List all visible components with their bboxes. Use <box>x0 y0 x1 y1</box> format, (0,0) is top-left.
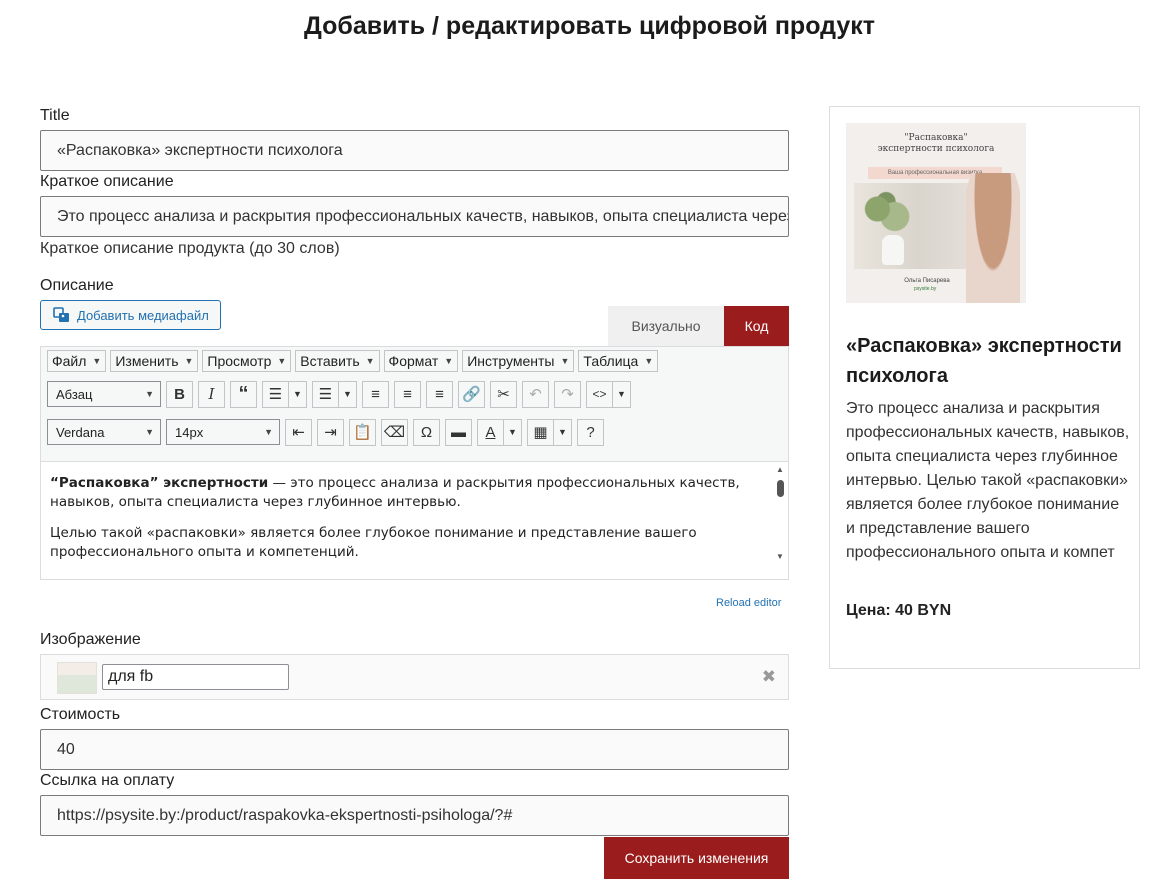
italic-button[interactable]: I <box>198 380 225 408</box>
image-field: для fb ✖ <box>40 654 789 700</box>
outdent-icon[interactable]: ⇤ <box>285 418 312 446</box>
menu-view[interactable]: Просмотр ▼ <box>202 350 292 372</box>
chevron-down-icon: ▼ <box>560 356 570 366</box>
bold-button[interactable]: B <box>166 380 193 408</box>
chevron-down-icon: ▼ <box>277 356 287 366</box>
table-icon[interactable]: ▦ <box>527 418 554 446</box>
scroll-up-icon[interactable]: ▲ <box>776 465 784 474</box>
format-select[interactable]: Абзац ▼ <box>47 381 161 407</box>
description-label: Описание <box>40 277 114 294</box>
font-family-select[interactable]: Verdana ▼ <box>47 419 161 445</box>
text-color-group: A ▼ <box>477 418 522 446</box>
link-icon[interactable]: 🔗 <box>458 380 485 408</box>
add-media-label: Добавить медиафайл <box>77 307 209 323</box>
image-name-input[interactable]: для fb <box>102 664 289 690</box>
menu-file[interactable]: Файл ▼ <box>47 350 107 372</box>
chevron-down-icon[interactable]: ▼ <box>554 418 572 446</box>
close-icon[interactable]: ✖ <box>762 667 776 687</box>
short-description-hint: Краткое описание продукта (до 30 слов) <box>40 240 340 257</box>
cost-input[interactable]: 40 <box>40 729 789 770</box>
preview-title: «Распаковка» экспертности психолога <box>846 335 1122 387</box>
content-paragraph-1: “Распаковка” экспертности — это процесс … <box>50 474 750 512</box>
product-image: "Распаковка" экспертности психолога Ваша … <box>846 123 1026 303</box>
chevron-down-icon: ▼ <box>145 389 154 399</box>
title-label: Title <box>40 107 70 124</box>
chevron-down-icon[interactable]: ▼ <box>289 380 307 408</box>
indent-icon[interactable]: ⇥ <box>317 418 344 446</box>
save-button[interactable]: Сохранить изменения <box>604 837 789 879</box>
align-center-icon[interactable]: ≡ <box>394 380 421 408</box>
clear-formatting-icon[interactable]: ⌫ <box>381 418 408 446</box>
code-group: <> ▼ <box>586 380 631 408</box>
preview-price: Цена: 40 BYN <box>846 602 952 619</box>
scroll-thumb[interactable] <box>777 480 784 497</box>
cost-label: Стоимость <box>40 706 121 723</box>
image-label: Изображение <box>40 631 141 648</box>
numbered-list-icon[interactable]: ☰ <box>312 380 339 408</box>
product-preview-card: "Распаковка" экспертности психолога Ваша … <box>829 106 1140 669</box>
reload-editor-link[interactable]: Reload editor <box>716 597 781 609</box>
chevron-down-icon: ▼ <box>92 356 102 366</box>
content-paragraph-2: Целью такой «распаковки» является более … <box>50 525 697 560</box>
product-image-heading: "Распаковка" экспертности психолога <box>877 133 995 154</box>
chevron-down-icon: ▼ <box>365 356 375 366</box>
chevron-down-icon[interactable]: ▼ <box>504 418 522 446</box>
chevron-down-icon[interactable]: ▼ <box>613 380 631 408</box>
short-description-input[interactable]: Это процесс анализа и раскрытия професси… <box>40 196 789 237</box>
editor-scrollbar[interactable]: ▲ ▼ <box>776 465 785 561</box>
special-char-icon[interactable]: Ω <box>413 418 440 446</box>
menu-table[interactable]: Таблица ▼ <box>578 350 659 372</box>
menu-format[interactable]: Формат ▼ <box>383 350 459 372</box>
editor-content[interactable]: “Распаковка” экспертности — это процесс … <box>41 461 788 566</box>
blockquote-button[interactable]: “ <box>230 380 257 408</box>
content-bold: “Распаковка” экспертности <box>50 475 269 491</box>
numbered-list-group: ☰ ▼ <box>312 380 357 408</box>
help-icon[interactable]: ? <box>577 418 604 446</box>
menu-insert[interactable]: Вставить ▼ <box>295 350 380 372</box>
scroll-down-icon[interactable]: ▼ <box>776 552 784 561</box>
chevron-down-icon: ▼ <box>145 427 154 437</box>
editor-toolbar-1: Абзац ▼ B I “ ☰ ▼ ☰ ▼ ≡ ≡ ≡ 🔗 ✂ ↶ ↷ <> ▼ <box>41 375 788 413</box>
bullet-list-icon[interactable]: ☰ <box>262 380 289 408</box>
rich-text-editor: Файл ▼ Изменить ▼ Просмотр ▼ Вставить ▼ Форм… <box>40 346 789 580</box>
paste-text-icon[interactable]: 📋 <box>349 418 376 446</box>
chevron-down-icon: ▼ <box>264 427 273 437</box>
undo-icon[interactable]: ↶ <box>522 380 549 408</box>
horizontal-line-icon[interactable]: ▬ <box>445 418 472 446</box>
table-group: ▦ ▼ <box>527 418 572 446</box>
menu-tools[interactable]: Инструменты ▼ <box>462 350 575 372</box>
text-color-icon[interactable]: A <box>477 418 504 446</box>
page-title: Добавить / редактировать цифровой продук… <box>304 12 875 40</box>
short-description-label: Краткое описание <box>40 173 174 190</box>
editor-menubar: Файл ▼ Изменить ▼ Просмотр ▼ Вставить ▼ Форм… <box>41 347 788 375</box>
code-icon[interactable]: <> <box>586 380 613 408</box>
tab-visual[interactable]: Визуально <box>608 306 724 346</box>
product-image-logo: psysite.by <box>914 286 937 292</box>
payment-link-label: Ссылка на оплату <box>40 772 175 789</box>
font-size-select[interactable]: 14px ▼ <box>166 419 280 445</box>
align-right-icon[interactable]: ≡ <box>426 380 453 408</box>
tab-code[interactable]: Код <box>724 306 789 346</box>
add-media-button[interactable]: Добавить медиафайл <box>40 300 221 330</box>
bullet-list-group: ☰ ▼ <box>262 380 307 408</box>
preview-description: Это процесс анализа и раскрытия професси… <box>846 400 1130 561</box>
vase-illustration <box>882 235 904 265</box>
person-illustration <box>966 173 1020 303</box>
chevron-down-icon[interactable]: ▼ <box>339 380 357 408</box>
redo-icon[interactable]: ↷ <box>554 380 581 408</box>
media-icon <box>53 307 69 322</box>
image-thumbnail <box>57 662 97 694</box>
title-input[interactable]: «Распаковка» экспертности психолога <box>40 130 789 171</box>
align-left-icon[interactable]: ≡ <box>362 380 389 408</box>
menu-edit[interactable]: Изменить ▼ <box>110 350 199 372</box>
plant-illustration <box>860 189 918 239</box>
editor-resize-handle[interactable] <box>41 565 788 579</box>
editor-toolbar-2: Verdana ▼ 14px ▼ ⇤ ⇥ 📋 ⌫ Ω ▬ A ▼ ▦ ▼ ? <box>41 413 788 451</box>
chevron-down-icon: ▼ <box>644 356 654 366</box>
chevron-down-icon: ▼ <box>444 356 454 366</box>
product-image-author: Ольга Писарева <box>904 278 950 284</box>
chevron-down-icon: ▼ <box>184 356 194 366</box>
unlink-icon[interactable]: ✂ <box>490 380 517 408</box>
payment-link-input[interactable]: https://psysite.by:/product/raspakovka-e… <box>40 795 789 836</box>
